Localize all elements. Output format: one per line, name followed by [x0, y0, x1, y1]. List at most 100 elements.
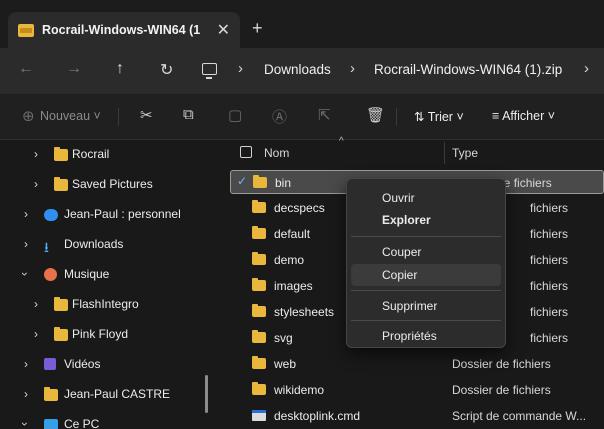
new-button[interactable]: Nouveau ˅	[40, 109, 101, 123]
list-item[interactable]: wikidemo Dossier de fichiers	[230, 378, 604, 402]
item-name: images	[274, 279, 313, 293]
nav-label: Ce PC	[64, 417, 100, 429]
item-type: fichiers	[530, 253, 569, 267]
sort-button[interactable]: ⇅ Trier ˅	[414, 109, 464, 124]
menu-item-cut[interactable]: Couper	[351, 241, 501, 263]
nav-item-rocrail[interactable]: › Rocrail	[0, 142, 212, 166]
nav-label: Jean-Paul : personnel	[64, 207, 181, 221]
forward-button[interactable]: →	[66, 60, 82, 78]
divider	[396, 108, 397, 126]
view-label: Afficher	[502, 109, 545, 123]
folder-icon	[54, 147, 68, 161]
nav-item-ce-pc[interactable]: › Ce PC	[0, 412, 212, 429]
chevron-right-icon[interactable]: ›	[584, 60, 589, 77]
trash-icon[interactable]: 🗑	[366, 106, 385, 124]
column-type[interactable]: Type	[452, 146, 478, 160]
tab-title: Rocrail-Windows-WIN64 (1	[42, 23, 201, 37]
item-name: bin	[275, 176, 292, 190]
view-button[interactable]: ≡ Afficher ˅	[492, 109, 555, 123]
back-button[interactable]: ←	[18, 60, 34, 78]
folder-icon	[54, 327, 68, 341]
rename-icon[interactable]: Ⓐ	[272, 106, 287, 127]
nav-label: Saved Pictures	[72, 177, 153, 191]
chevron-right-icon[interactable]: ›	[34, 327, 38, 341]
nav-item-onedrive[interactable]: › Jean-Paul : personnel	[0, 202, 212, 226]
item-type: Dossier de fichiers	[452, 383, 551, 397]
nav-item-downloads[interactable]: › ⭳ Downloads	[0, 232, 212, 256]
nav-item-musique[interactable]: › Musique	[0, 262, 212, 286]
item-type: fichiers	[530, 201, 569, 215]
folder-icon	[252, 226, 266, 239]
menu-separator	[351, 290, 501, 291]
command-bar: ⊕ Nouveau ˅ ✂ ⧉ ▢ Ⓐ ⇱ 🗑 ⇅ Trier ˅ ≡ Affi…	[0, 94, 604, 140]
divider	[118, 108, 119, 126]
nav-item-jean-paul-castre[interactable]: › Jean-Paul CASTRE	[0, 382, 212, 406]
item-name: desktoplink.cmd	[274, 409, 361, 423]
item-type: Dossier de fichiers	[452, 357, 551, 371]
nav-label: Pink Floyd	[72, 327, 129, 341]
menu-item-open[interactable]: Ouvrir	[351, 187, 501, 209]
item-name: default	[274, 227, 311, 241]
folder-icon	[18, 23, 34, 37]
item-type: fichiers	[530, 305, 569, 319]
item-type: fichiers	[530, 227, 569, 241]
folder-icon	[54, 297, 68, 311]
sort-label: Trier	[427, 110, 453, 124]
menu-item-copy[interactable]: Copier	[351, 264, 501, 286]
script-file-icon	[252, 410, 266, 421]
nav-item-videos[interactable]: › Vidéos	[0, 352, 212, 376]
new-label: Nouveau	[40, 109, 91, 123]
chevron-right-icon[interactable]: ›	[34, 297, 38, 311]
sort-caret-icon: ^	[339, 136, 344, 147]
chevron-down-icon[interactable]: ›	[18, 422, 32, 426]
nav-label: Rocrail	[72, 147, 110, 161]
up-button[interactable]: ↑	[116, 60, 124, 78]
breadcrumb-zip[interactable]: Rocrail-Windows-WIN64 (1).zip	[374, 62, 562, 77]
paste-icon[interactable]: ▢	[228, 106, 242, 124]
column-divider[interactable]	[444, 142, 445, 164]
list-item[interactable]: web Dossier de fichiers	[230, 352, 604, 376]
menu-item-delete[interactable]: Supprimer	[351, 295, 501, 317]
menu-item-explore[interactable]: Explorer	[351, 209, 501, 231]
tab-rocrail[interactable]: Rocrail-Windows-WIN64 (1 ✕	[8, 12, 240, 48]
nav-label: Downloads	[64, 237, 124, 251]
copy-icon[interactable]: ⧉	[183, 106, 194, 123]
chevron-right-icon[interactable]: ›	[24, 207, 28, 221]
chevron-right-icon[interactable]: ›	[34, 177, 38, 191]
item-type: fichiers	[530, 331, 569, 345]
nav-item-flashintegro[interactable]: › FlashIntegro	[0, 292, 212, 316]
video-icon	[44, 358, 56, 370]
folder-icon	[252, 304, 266, 317]
chevron-right-icon[interactable]: ›	[24, 357, 28, 371]
menu-item-properties[interactable]: Propriétés	[351, 325, 501, 347]
column-name[interactable]: Nom	[264, 146, 289, 160]
nav-item-pink-floyd[interactable]: › Pink Floyd	[0, 322, 212, 346]
list-item[interactable]: desktoplink.cmd Script de commande W...	[230, 404, 604, 428]
monitor-icon[interactable]	[202, 63, 217, 79]
nav-item-saved-pictures[interactable]: › Saved Pictures	[0, 172, 212, 196]
folder-icon	[252, 200, 266, 213]
folder-icon	[252, 252, 266, 265]
navigation-pane: › Rocrail › Saved Pictures › Jean-Paul :…	[0, 140, 212, 429]
breadcrumb-downloads[interactable]: Downloads	[264, 62, 331, 77]
close-icon[interactable]: ✕	[217, 20, 230, 40]
new-tab-button[interactable]: +	[252, 18, 263, 39]
item-name: web	[274, 357, 297, 371]
folder-icon	[252, 278, 266, 291]
chevron-right-icon[interactable]: ›	[24, 387, 28, 401]
checkmark-icon[interactable]: ✓	[237, 174, 247, 188]
scissors-icon[interactable]: ✂	[140, 106, 153, 124]
chevron-right-icon[interactable]: ›	[34, 147, 38, 161]
nav-label: Musique	[64, 267, 110, 281]
plus-circle-icon: ⊕	[22, 108, 35, 125]
refresh-button[interactable]: ↻	[160, 60, 173, 80]
folder-icon	[252, 356, 266, 369]
chevron-right-icon: ›	[238, 60, 243, 77]
select-all-checkbox[interactable]	[240, 146, 252, 158]
tab-bar: Rocrail-Windows-WIN64 (1 ✕ +	[0, 0, 604, 48]
chevron-down-icon[interactable]: ›	[18, 272, 32, 276]
nav-scrollbar[interactable]	[205, 375, 208, 413]
share-icon[interactable]: ⇱	[318, 106, 331, 124]
item-name: stylesheets	[274, 305, 335, 319]
chevron-right-icon[interactable]: ›	[24, 237, 28, 251]
